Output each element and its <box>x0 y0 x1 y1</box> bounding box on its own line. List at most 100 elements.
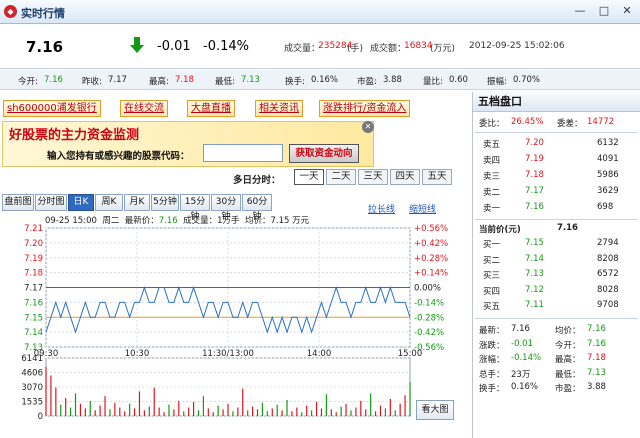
y-pct-tick-label: -0.28% <box>414 313 444 323</box>
stat-label: 最低: <box>215 77 235 87</box>
stat-label: 换手: <box>285 77 305 87</box>
price-change: -0.01 <box>157 39 191 54</box>
nav-link[interactable]: sh600000浦发银行 <box>3 100 101 117</box>
nav-link[interactable]: 涨跌排行/资金流入 <box>319 100 411 117</box>
level-price: 7.15 <box>525 238 544 248</box>
summary-label: 均价： <box>555 326 581 336</box>
summary-label: 最新： <box>479 326 505 336</box>
level-label: 卖一 <box>483 204 501 214</box>
stat-value: 0.60 <box>449 75 468 85</box>
chart-tab[interactable]: 周K <box>95 194 123 211</box>
shorten-line-link[interactable]: 缩短线 <box>409 202 436 215</box>
chart-tab[interactable]: 30分钟 <box>211 194 241 222</box>
order-level-row: 卖三 7.18 5986 <box>473 170 640 184</box>
y-tick-label: 7.21 <box>24 224 43 234</box>
nav-link[interactable]: 相关资讯 <box>255 100 303 117</box>
day-button[interactable]: 五天 <box>422 169 452 185</box>
weibi-value: 26.45% <box>511 117 544 127</box>
stats-bar: 今开: 7.16 昨收: 7.17 最高: 7.18 最低: 7.13 换手: 0.16% 市盈: 3… <box>0 70 640 90</box>
intraday-chart[interactable]: 7.21 +0.56% 7.20 +0.42% 7.19 +0.28% 7.18 +0.14%… <box>0 222 470 438</box>
amount-label: 成交额： <box>370 44 407 54</box>
order-level-row: 买一 7.15 2794 <box>473 238 640 252</box>
summary-value: -0.01 <box>511 338 533 349</box>
summary-value: 7.13 <box>587 367 606 378</box>
stat-value: 7.18 <box>175 75 194 85</box>
level-label: 卖二 <box>483 188 501 198</box>
stat-value: 7.17 <box>108 75 127 85</box>
day-button[interactable]: 三天 <box>358 169 388 185</box>
order-level-row: 买四 7.12 8028 <box>473 285 640 299</box>
level-volume: 2794 <box>597 238 619 248</box>
chart-tab[interactable]: 60分钟 <box>242 194 272 222</box>
summary-label: 最低： <box>555 369 581 380</box>
stat-value: 7.13 <box>241 75 260 85</box>
close-button[interactable]: ✕ <box>619 4 635 18</box>
chart-tab[interactable]: 月K <box>124 194 150 211</box>
order-book-title: 五档盘口 <box>473 92 640 112</box>
chart-tab-bar: 盘前图 分时图 日K 周K 月K 5分钟 15分钟 30分钟 60分钟 <box>2 194 302 222</box>
minimize-button[interactable]: — <box>572 4 588 18</box>
y-tick-label: 7.18 <box>24 269 43 279</box>
stat-label: 量比: <box>423 77 443 87</box>
summary-value: 3.88 <box>587 382 606 392</box>
day-button[interactable]: 一天 <box>294 169 324 185</box>
volume-tick-label: 3070 <box>21 383 43 393</box>
fund-monitor-banner: 好股票的主力资金监测 输入您持有或感兴趣的股票代码： 获取资金动向 <box>2 121 374 167</box>
level-volume: 8028 <box>597 284 619 295</box>
y-tick-label: 7.20 <box>24 239 43 249</box>
order-book-panel: 五档盘口 委比： 26.45% 委差： 14772 当前价(元) 7.16 卖五… <box>472 92 640 438</box>
stat-value: 0.16% <box>311 75 339 85</box>
banner-close-icon[interactable]: ✕ <box>362 121 374 133</box>
divider <box>475 132 638 133</box>
y-tick-label: 7.14 <box>24 328 43 338</box>
chart-tab[interactable]: 15分钟 <box>180 194 210 222</box>
day-button[interactable]: 四天 <box>390 169 420 185</box>
level-price: 7.19 <box>525 154 544 164</box>
stat-label: 最高: <box>149 77 169 87</box>
link-bar: sh600000浦发银行 在线交流 大盘直播 相关资讯 涨跌排行/资金流入 <box>0 96 470 120</box>
order-level-row: 卖五 7.20 6132 <box>473 138 640 152</box>
volume-tick-label: 6141 <box>21 354 43 364</box>
chart-tab[interactable]: 日K <box>68 194 94 211</box>
banner-title: 好股票的主力资金监测 <box>9 128 140 143</box>
maximize-button[interactable]: □ <box>596 4 612 18</box>
chart-tab[interactable]: 盘前图 <box>2 194 34 211</box>
order-level-row: 卖二 7.17 3629 <box>473 186 640 200</box>
day-button[interactable]: 二天 <box>326 169 356 185</box>
stock-code-label: 输入您持有或感兴趣的股票代码： <box>47 151 190 162</box>
level-price: 7.16 <box>525 202 544 212</box>
stat-value: 3.88 <box>383 75 402 85</box>
y-pct-tick-label: 0.00% <box>414 284 441 294</box>
summary-row: 总手： 23万 最低： 7.13 <box>473 368 640 382</box>
level-volume: 6132 <box>597 138 619 148</box>
summary-label: 最高： <box>555 355 581 365</box>
stock-code-input[interactable] <box>203 144 283 162</box>
level-label: 卖三 <box>483 172 501 182</box>
nav-link[interactable]: 在线交流 <box>120 100 168 117</box>
level-volume: 698 <box>597 202 614 212</box>
chart-tab[interactable]: 分时图 <box>35 194 67 211</box>
price-change-pct: -0.14% <box>203 39 249 54</box>
get-fund-flow-button[interactable]: 获取资金动向 <box>289 144 359 163</box>
order-level-row: 买二 7.14 8208 <box>473 254 640 268</box>
chart-tab[interactable]: 5分钟 <box>151 194 179 211</box>
y-tick-label: 7.15 <box>24 313 43 323</box>
summary-label: 涨幅： <box>479 355 505 365</box>
summary-value: 7.16 <box>587 338 606 349</box>
amount-unit: (万元) <box>430 44 456 54</box>
y-pct-tick-label: -0.14% <box>414 298 444 308</box>
nav-link[interactable]: 大盘直播 <box>187 100 235 117</box>
view-big-chart-button[interactable]: 看大图 <box>416 400 454 420</box>
app-icon: ◆ <box>4 5 17 18</box>
current-price-value: 7.16 <box>557 223 578 233</box>
down-arrow-icon <box>130 37 144 53</box>
summary-value: 7.16 <box>587 324 606 334</box>
level-price: 7.18 <box>525 170 544 180</box>
y-tick-label: 7.19 <box>24 254 43 264</box>
lengthen-line-link[interactable]: 拉长线 <box>368 202 395 215</box>
title-bar: ◆ 实时行情 — □ ✕ <box>0 0 640 24</box>
multiday-label: 多日分时： <box>233 175 281 186</box>
level-volume: 6572 <box>597 269 619 280</box>
level-volume: 3629 <box>597 186 619 196</box>
level-price: 7.20 <box>525 138 544 148</box>
